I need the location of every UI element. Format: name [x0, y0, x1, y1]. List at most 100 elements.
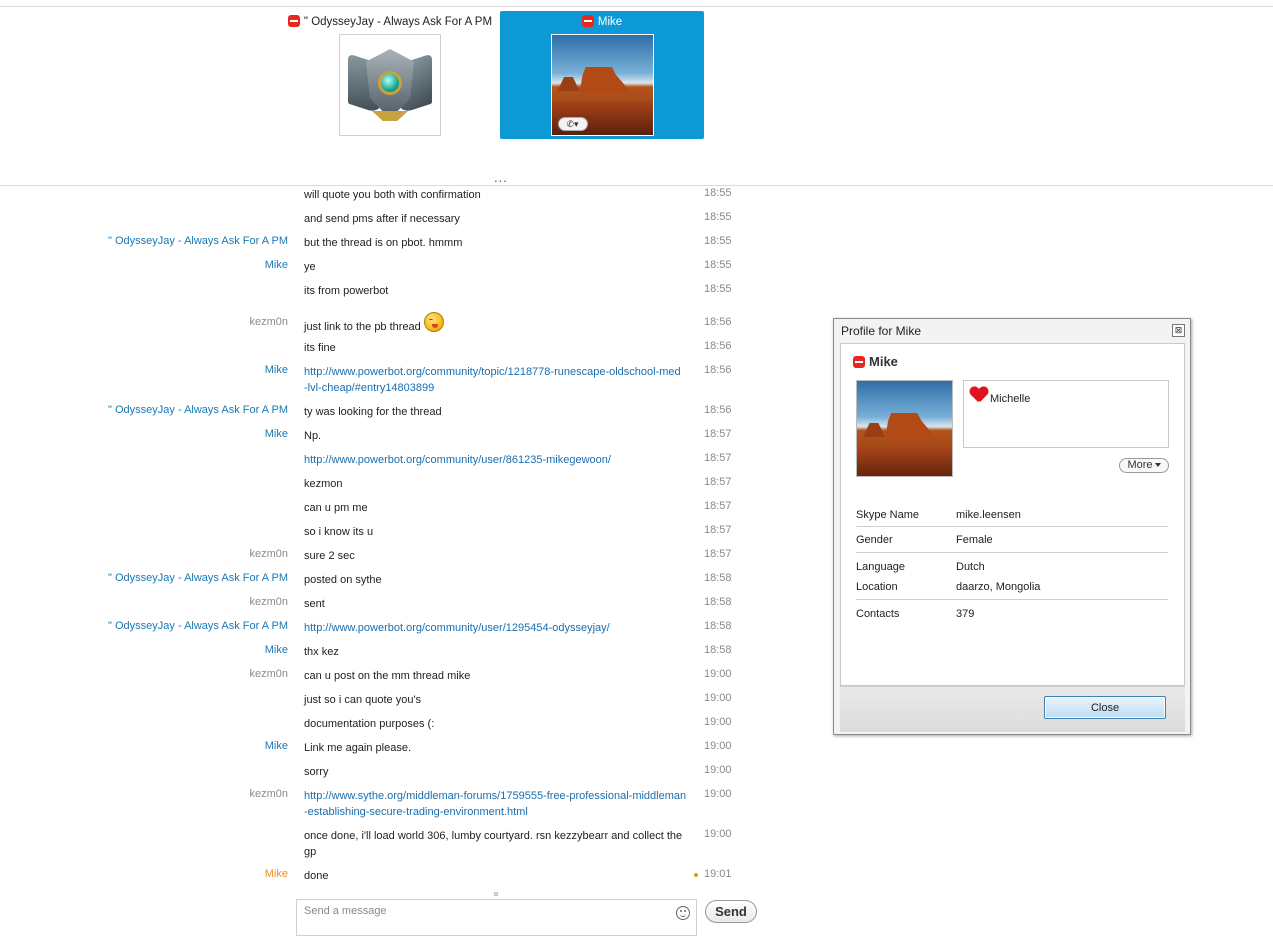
heart-icon [970, 387, 988, 403]
message-sender[interactable]: Mike [0, 364, 288, 376]
message-text: done [304, 868, 694, 884]
message-text: sent [304, 596, 694, 612]
message-content: sure 2 sec [304, 550, 355, 562]
smiley-icon[interactable] [676, 906, 690, 920]
message-text: kezmon [304, 476, 694, 492]
close-button[interactable]: Close [1044, 696, 1166, 719]
more-label: More [1127, 459, 1153, 471]
participant-avatar[interactable] [339, 34, 441, 136]
message-link-line[interactable]: -establishing-secure-trading-environment… [304, 804, 694, 820]
message-text: Link me again please. [304, 740, 694, 756]
message-text: http://www.powerbot.org/community/user/8… [304, 452, 694, 468]
message-time: 18:57 [704, 548, 732, 560]
profile-panel: Mike Michelle More Skype Name mike.leense… [840, 343, 1185, 686]
close-icon[interactable]: ⊠ [1172, 324, 1185, 337]
message-time: 18:56 [704, 404, 732, 416]
message-text: http://www.sythe.org/middleman-forums/17… [304, 788, 694, 820]
send-button[interactable]: Send [705, 900, 757, 923]
message-text: so i know its u [304, 524, 694, 540]
mood-message-box: Michelle [963, 380, 1169, 448]
dialog-title: Profile for Mike [841, 324, 922, 338]
message-input[interactable] [304, 905, 664, 917]
unread-indicator-icon [694, 873, 698, 877]
message-sender[interactable]: " OdysseyJay - Always Ask For A PM [0, 404, 288, 416]
message-sender[interactable]: kezm0n [0, 316, 288, 328]
dialog-titlebar[interactable]: Profile for Mike ⊠ [834, 319, 1190, 341]
message-link[interactable]: http://www.powerbot.org/community/user/8… [304, 454, 611, 466]
message-content: and send pms after if necessary [304, 213, 460, 225]
message-text: and send pms after if necessary [304, 211, 694, 227]
message-sender[interactable]: Mike [0, 868, 288, 880]
typing-indicator [494, 892, 498, 896]
message-text: just link to the pb thread [304, 312, 694, 335]
message-composer[interactable] [296, 899, 697, 936]
message-text: can u pm me [304, 500, 694, 516]
divider [856, 552, 1168, 553]
participant-avatar[interactable]: ✆▾ [550, 34, 654, 136]
message-link-line[interactable]: -lvl-cheap/#entry14803899 [304, 380, 694, 396]
message-time: 18:57 [704, 428, 732, 440]
message-content: its from powerbot [304, 285, 389, 297]
message-sender[interactable]: Mike [0, 259, 288, 271]
message-sender[interactable]: " OdysseyJay - Always Ask For A PM [0, 572, 288, 584]
message-sender[interactable]: " OdysseyJay - Always Ask For A PM [0, 235, 288, 247]
silver-badge-avatar [342, 37, 438, 133]
message-time: 18:57 [704, 452, 732, 464]
message-text: ty was looking for the thread [304, 404, 694, 420]
message-content: but the thread is on pbot. hmmm [304, 237, 463, 249]
divider [856, 526, 1168, 527]
message-time: 18:57 [704, 476, 732, 488]
message-time: 19:00 [704, 740, 732, 752]
message-text: posted on sythe [304, 572, 694, 588]
message-text: but the thread is on pbot. hmmm [304, 235, 694, 251]
header-divider [0, 185, 1273, 186]
message-time: 18:56 [704, 364, 732, 376]
profile-dialog: Profile for Mike ⊠ Mike Michelle More Sk… [833, 318, 1191, 735]
message-sender[interactable]: Mike [0, 740, 288, 752]
message-time: 18:55 [704, 235, 732, 247]
message-sender[interactable]: kezm0n [0, 548, 288, 560]
message-time: 19:00 [704, 764, 732, 776]
message-link-line[interactable]: http://www.powerbot.org/community/topic/… [304, 364, 694, 380]
message-time: 19:01 [704, 868, 732, 880]
more-button[interactable]: More [1119, 458, 1169, 473]
call-menu-button[interactable]: ✆▾ [557, 117, 588, 131]
message-sender[interactable]: Mike [0, 428, 288, 440]
chevron-down-icon [1154, 463, 1161, 467]
more-participants-indicator[interactable]: ... [494, 171, 508, 184]
message-time: 18:55 [704, 211, 732, 223]
mood-text: Michelle [990, 393, 1031, 405]
tongue-smiley-icon [423, 312, 444, 332]
message-time: 19:00 [704, 668, 732, 680]
message-time: 18:57 [704, 500, 732, 512]
message-text: will quote you both with confirmation [304, 187, 694, 203]
message-time: 18:55 [704, 259, 732, 271]
message-time: 18:55 [704, 187, 732, 199]
dialog-footer: Close [840, 686, 1185, 732]
message-time: 18:58 [704, 620, 732, 632]
message-sender[interactable]: kezm0n [0, 668, 288, 680]
message-content: Np. [304, 430, 322, 442]
participant-mike[interactable]: Mike ✆▾ [500, 11, 704, 139]
profile-name: Mike [869, 354, 898, 369]
message-time: 19:00 [704, 716, 732, 728]
message-sender[interactable]: kezm0n [0, 788, 288, 800]
message-text: just so i can quote you's [304, 692, 694, 708]
message-link-line[interactable]: http://www.sythe.org/middleman-forums/17… [304, 788, 694, 804]
status-do-not-disturb-icon [853, 356, 865, 368]
message-content: just link to the pb thread [304, 321, 421, 333]
participant-name: Mike [597, 16, 623, 28]
message-sender[interactable]: " OdysseyJay - Always Ask For A PM [0, 620, 288, 632]
divider [856, 599, 1168, 600]
message-sender[interactable]: Mike [0, 644, 288, 656]
message-time: 18:58 [704, 644, 732, 656]
message-sender[interactable]: kezm0n [0, 596, 288, 608]
message-content: thx kez [304, 646, 339, 658]
skype-call-icon: ✆▾ [566, 119, 579, 129]
participant-name: " OdysseyJay - Always Ask For A PM [303, 16, 493, 28]
top-divider [0, 6, 1273, 7]
message-text: http://www.powerbot.org/community/topic/… [304, 364, 694, 396]
participant-odysseyjay[interactable]: " OdysseyJay - Always Ask For A PM [285, 11, 495, 139]
message-link[interactable]: http://www.powerbot.org/community/user/1… [304, 622, 610, 634]
message-time: 18:56 [704, 316, 732, 328]
